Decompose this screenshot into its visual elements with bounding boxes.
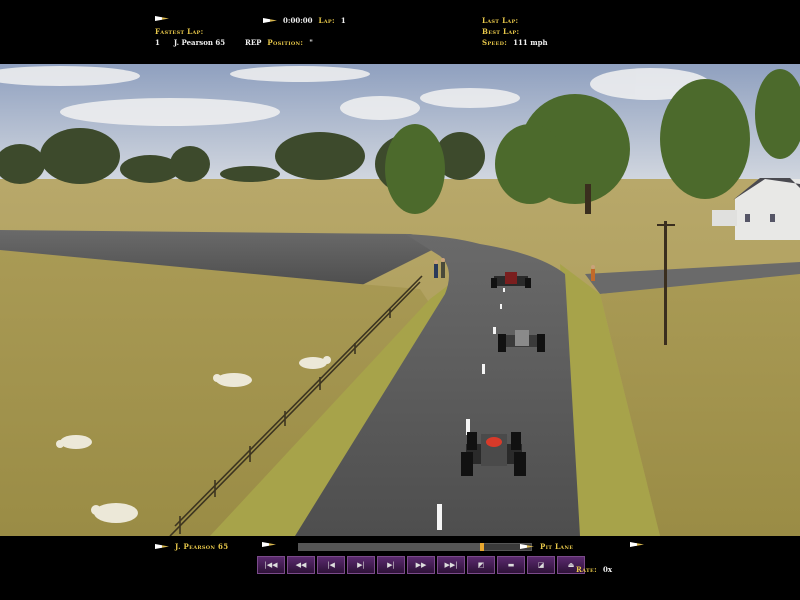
speed-value: 111 mph: [513, 38, 548, 47]
flag-icon: [155, 544, 169, 549]
race-timer: 0:00:00: [283, 16, 313, 25]
flag-icon: [630, 542, 644, 547]
fast-forward-button[interactable]: ▶▶: [407, 556, 435, 574]
position-label: Position:: [267, 38, 304, 47]
fast-rewind-button[interactable]: ◀◀: [287, 556, 315, 574]
top-hud-bar: 0:00:00 Lap: 1 Fastest Lap: 1 J. Pearson…: [0, 0, 800, 64]
best-lap-label: Best Lap:: [482, 27, 520, 36]
step-back-button[interactable]: |◀: [317, 556, 345, 574]
lap-value: 1: [340, 16, 346, 25]
view-button[interactable]: ▬: [497, 556, 525, 574]
position-value: ": [309, 38, 313, 47]
flag-icon: [263, 18, 277, 23]
replay-timeline-slider[interactable]: [298, 543, 532, 551]
flag-icon: [155, 16, 169, 21]
speed-label: Speed:: [482, 38, 508, 47]
countryside-track-scene: [0, 64, 800, 536]
fastest-lap-label: Fastest Lap:: [155, 27, 204, 36]
rep-label: REP: [245, 38, 262, 47]
telegraph-pole: [664, 221, 667, 345]
driver-name: J. Pearson 65: [173, 38, 226, 47]
rate-label: Rate:: [576, 565, 598, 574]
timeline-fill: [299, 544, 483, 550]
last-lap-label: Last Lap:: [482, 16, 519, 25]
pit-lane-label[interactable]: Pit Lane: [540, 542, 573, 551]
play-pause-button[interactable]: ▶|: [347, 556, 375, 574]
timeline-handle[interactable]: [480, 543, 485, 551]
replay-controls: |◀◀ ◀◀ |◀ ▶| ▶| ▶▶ ▶▶| ◩ ▬ ◪ ⏏: [257, 556, 585, 574]
flag-icon: [262, 542, 276, 547]
race-viewport[interactable]: [0, 64, 800, 536]
driver-name-bottom: J. Pearson 65: [175, 542, 229, 551]
step-forward-button[interactable]: ▶|: [377, 556, 405, 574]
driver-number: 1: [155, 38, 160, 47]
lap-label: Lap:: [318, 16, 335, 25]
rewind-start-button[interactable]: |◀◀: [257, 556, 285, 574]
rate-value: 0x: [603, 565, 613, 574]
camera-button[interactable]: ◩: [467, 556, 495, 574]
forward-end-button[interactable]: ▶▶|: [437, 556, 465, 574]
flag-icon: [520, 544, 534, 549]
record-button[interactable]: ◪: [527, 556, 555, 574]
